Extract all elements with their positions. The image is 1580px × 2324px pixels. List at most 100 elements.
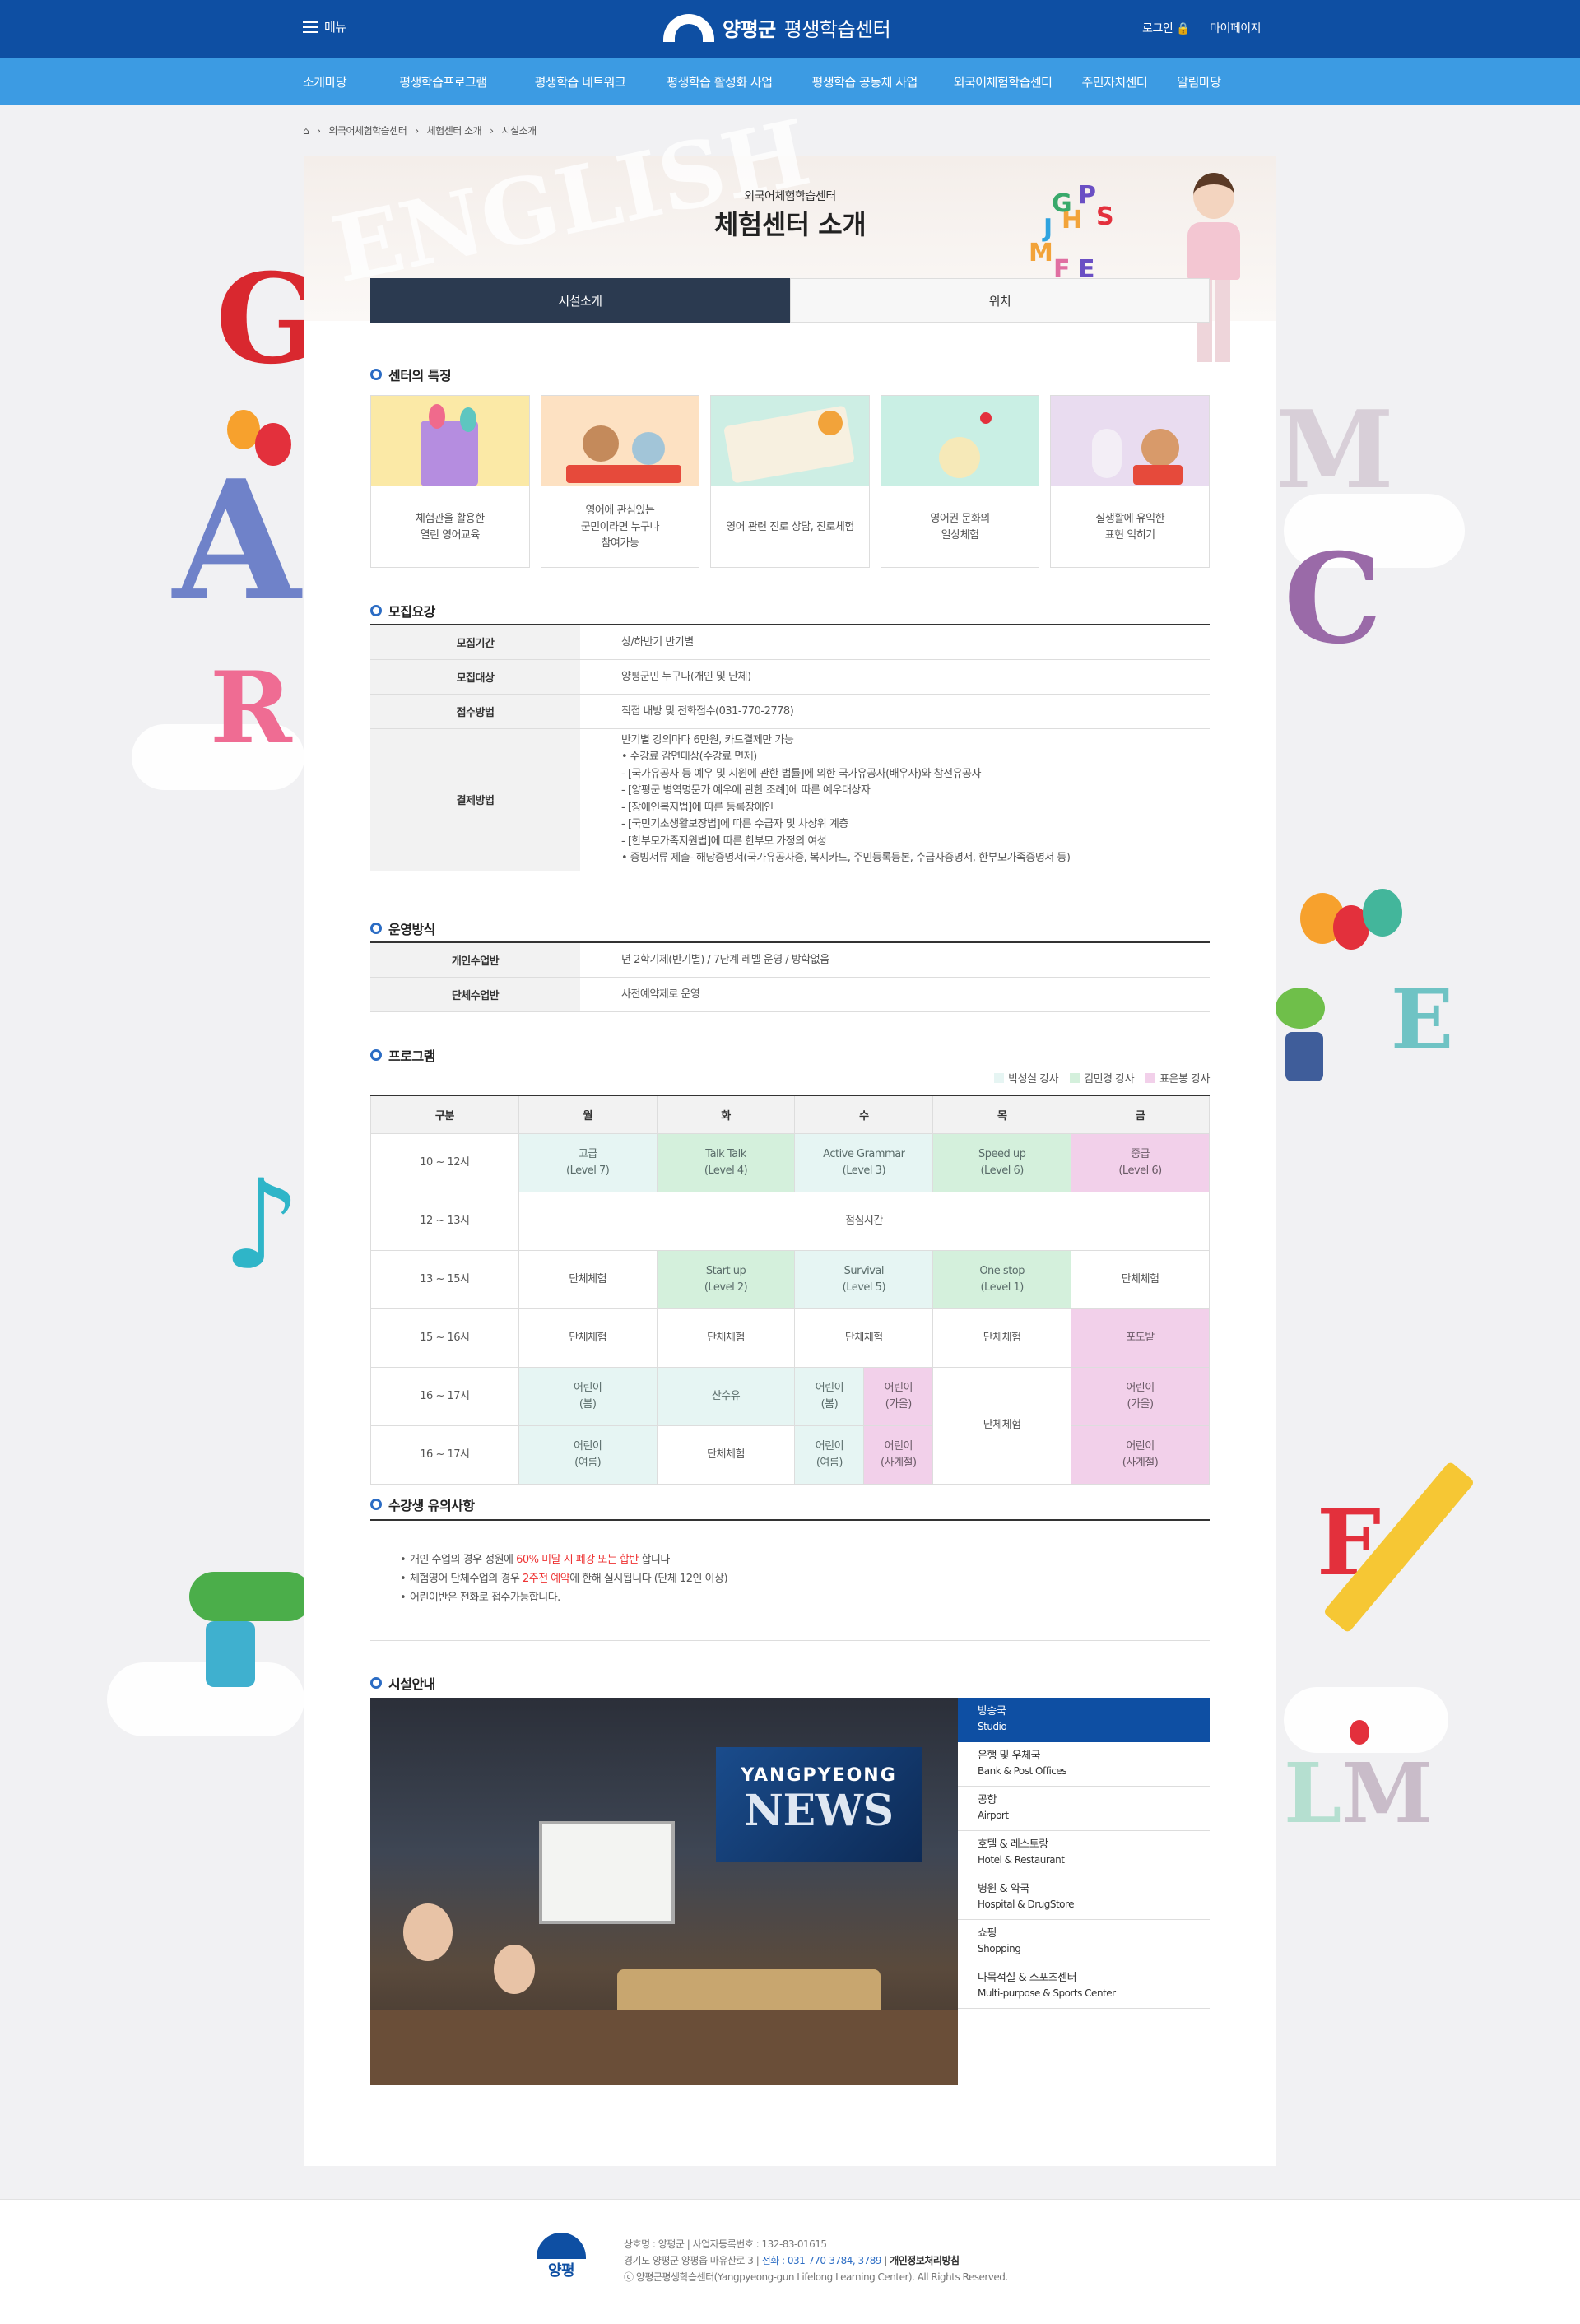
main-navigation: 소개마당 평생학습프로그램 평생학습 네트워크 평생학습 활성화 사업 평생학습…: [0, 58, 1580, 105]
operation-table: 개인수업반 년 2학기제(반기별) / 7단계 레벨 운영 / 방학없음 단체수업…: [370, 941, 1210, 1012]
mypage-link[interactable]: 마이페이지: [1210, 20, 1261, 36]
list-item: 어린이반은 전화로 접수가능합니다.: [400, 1588, 1180, 1607]
instructor-legend: 박성실 강사 김민경 강사 표은봉 강사: [994, 1070, 1210, 1085]
crocodile-art: [181, 1547, 313, 1712]
section-title-operation: 운영방식: [370, 918, 435, 938]
tab-bar: 시설소개 위치: [370, 278, 1210, 323]
menu-button[interactable]: 메뉴: [303, 18, 346, 35]
nav-item[interactable]: 주민자치센터: [1081, 73, 1147, 91]
nav-item[interactable]: 외국어체험학습센터: [954, 73, 1053, 91]
program-schedule-table: 구분 월 화 수 목 금 10 ~ 12시 고급 (Level 7) Talk …: [370, 1095, 1211, 1485]
recruit-table: 모집기간 상/하반기 반기별 모집대상 양평군민 누구나(개인 및 단체) 접수방법…: [370, 624, 1210, 872]
legend-swatch: [994, 1072, 1005, 1083]
letter-r-art: R: [210, 650, 292, 766]
castle-illustration: [371, 396, 529, 486]
section-title-notice: 수강생 유의사항: [370, 1494, 475, 1514]
content-container: ENGLISH 외국어체험학습센터 체험센터 소개 P S J H G M F …: [304, 99, 1276, 2166]
table-row: 모집대상 양평군민 누구나(개인 및 단체): [370, 659, 1210, 695]
book-illustration: [711, 396, 869, 486]
breadcrumb-item[interactable]: 체험센터 소개: [427, 123, 482, 137]
feature-text: 영어에 관심있는 군민이라면 누구나 참여가능: [580, 504, 660, 550]
menu-label: 메뉴: [324, 20, 346, 35]
bullet-icon: [370, 605, 382, 616]
nav-item[interactable]: 평생학습 공동체 사업: [812, 73, 918, 91]
animals-illustration: [541, 396, 699, 486]
breadcrumb-item[interactable]: 시설소개: [502, 123, 537, 137]
feature-text: 영어 관련 진로 상담, 진로체험: [726, 521, 854, 533]
feature-card: 영어 관련 진로 상담, 진로체험: [710, 395, 870, 568]
expressions-illustration: [1051, 396, 1209, 486]
section-title-features: 센터의 특징: [370, 365, 452, 384]
login-link[interactable]: 로그인 🔒: [1142, 20, 1191, 36]
legend-item: 박성실 강사: [994, 1070, 1059, 1085]
feature-cards: 체험관을 활용한 열린 영어교육 영어에 관심있는 군민이라면 누구나 참여가능…: [370, 395, 1210, 568]
table-row: 16 ~ 17시 어린이 (여름) 단체체험 어린이 (여름) 어린이 (사계절…: [370, 1425, 1210, 1485]
facility-menu-item[interactable]: 쇼핑 Shopping: [958, 1920, 1210, 1964]
feature-text: 체험관을 활용한 열린 영어교육: [415, 513, 485, 541]
table-row: 단체수업반 사전예약제로 운영: [370, 977, 1210, 1012]
news-screen: YANGPYEONG NEWS: [716, 1747, 922, 1862]
facility-menu: 방송국 Studio 은행 및 우체국 Bank & Post Offices 공항…: [958, 1698, 1210, 2085]
table-row: 13 ~ 15시 단체체험 Start up (Level 2) Surviva…: [370, 1249, 1210, 1309]
table-row: 12 ~ 13시 점심시간: [370, 1191, 1211, 1251]
tab-location[interactable]: 위치: [790, 278, 1210, 323]
facility-menu-item[interactable]: 공항 Airport: [958, 1787, 1210, 1831]
legend-swatch: [1146, 1072, 1156, 1083]
table-row: 결제방법 반기별 강의마다 6만원, 카드결제만 가능 • 수강료 감면대상(수…: [370, 728, 1210, 872]
culture-illustration: [881, 396, 1039, 486]
nav-item[interactable]: 평생학습프로그램: [399, 73, 487, 91]
footer-logo: 양평: [535, 2233, 588, 2282]
facility-menu-item[interactable]: 병원 & 약국 Hospital & DrugStore: [958, 1875, 1210, 1920]
feature-text: 영어권 문화의 일상체험: [930, 513, 990, 541]
legend-item: 표은봉 강사: [1146, 1070, 1210, 1085]
nav-item[interactable]: 소개마당: [303, 73, 347, 91]
table-row: 15 ~ 16시 단체체험 단체체험 단체체험 단체체험 포도밭: [370, 1308, 1210, 1368]
facility-menu-item[interactable]: 다목적실 & 스포츠센터 Multi-purpose & Sports Cente…: [958, 1964, 1210, 2009]
logo-emblem-icon: [537, 2233, 586, 2259]
bullet-icon: [370, 1049, 382, 1061]
bullet-icon: [370, 1499, 382, 1510]
bullet-icon: [370, 923, 382, 934]
table-row: 모집기간 상/하반기 반기별: [370, 625, 1210, 660]
facility-menu-item[interactable]: 호텔 & 레스토랑 Hotel & Restaurant: [958, 1831, 1210, 1875]
frog-art: [1276, 988, 1333, 1095]
table-row: 16 ~ 17시 어린이 (봄) 산수유 어린이 (봄) 어린이 (가을) 단체…: [370, 1366, 1210, 1485]
breadcrumb-item[interactable]: 외국어체험학습센터: [328, 123, 407, 137]
table-row: 개인수업반 년 2학기제(반기별) / 7단계 레벨 운영 / 방학없음: [370, 942, 1210, 978]
nav-item[interactable]: 알림마당: [1177, 73, 1221, 91]
home-icon[interactable]: ⌂: [303, 125, 309, 137]
hero-girl-image: [1185, 173, 1243, 370]
music-note-art: ♪: [222, 1152, 301, 1297]
logo-name: 양평군: [723, 18, 776, 41]
site-logo[interactable]: 양평군 평생학습센터: [663, 13, 891, 42]
lock-icon: 🔒: [1176, 22, 1191, 35]
footer-info: 상호명 : 양평군 | 사업자등록번호 : 132-83-01615 경기도 양…: [624, 2238, 1008, 2283]
logo-subtitle: 평생학습센터: [783, 18, 891, 41]
facility-viewer: YANGPYEONG NEWS 방송국 Studio 은행 및 우체국 Bank &…: [370, 1698, 1210, 2085]
breadcrumb: ⌂ › 외국어체험학습센터 › 체험센터 소개 › 시설소개: [303, 123, 537, 137]
facility-menu-item[interactable]: 은행 및 우체국 Bank & Post Offices: [958, 1742, 1210, 1787]
nav-item[interactable]: 평생학습 네트워크: [535, 73, 626, 91]
whiteboard: [539, 1821, 675, 1924]
section-title-facility: 시설안내: [370, 1673, 435, 1693]
logo-emblem-icon: [663, 13, 714, 42]
tab-facility[interactable]: 시설소개: [370, 278, 790, 323]
nav-item[interactable]: 평생학습 활성화 사업: [667, 73, 773, 91]
bullet-icon: [370, 369, 382, 380]
feature-card: 영어권 문화의 일상체험: [880, 395, 1040, 568]
list-item: 개인 수업의 경우 정원에 60% 미달 시 폐강 또는 합반 합니다: [400, 1550, 1180, 1569]
site-footer: 양평 상호명 : 양평군 | 사업자등록번호 : 132-83-01615 경기…: [0, 2199, 1580, 2324]
table-header-row: 구분 월 화 수 목 금: [370, 1095, 1210, 1134]
privacy-policy-link[interactable]: 개인정보처리방침: [890, 2255, 960, 2266]
hamburger-icon: [303, 21, 318, 33]
facility-photo: YANGPYEONG NEWS: [370, 1698, 958, 2085]
legend-item: 김민경 강사: [1070, 1070, 1135, 1085]
bullet-icon: [370, 1677, 382, 1689]
list-item: 체험영어 단체수업의 경우 2주전 예약에 한해 실시됩니다 (단체 12인 이…: [400, 1569, 1180, 1588]
feature-text: 실생활에 유익한 표현 익히기: [1095, 513, 1165, 541]
feature-card: 체험관을 활용한 열린 영어교육: [370, 395, 530, 568]
table-row: 10 ~ 12시 고급 (Level 7) Talk Talk (Level 4…: [370, 1132, 1210, 1192]
facility-menu-item[interactable]: 방송국 Studio: [958, 1698, 1210, 1742]
feature-card: 영어에 관심있는 군민이라면 누구나 참여가능: [540, 395, 700, 568]
section-title-recruit: 모집요강: [370, 601, 435, 621]
